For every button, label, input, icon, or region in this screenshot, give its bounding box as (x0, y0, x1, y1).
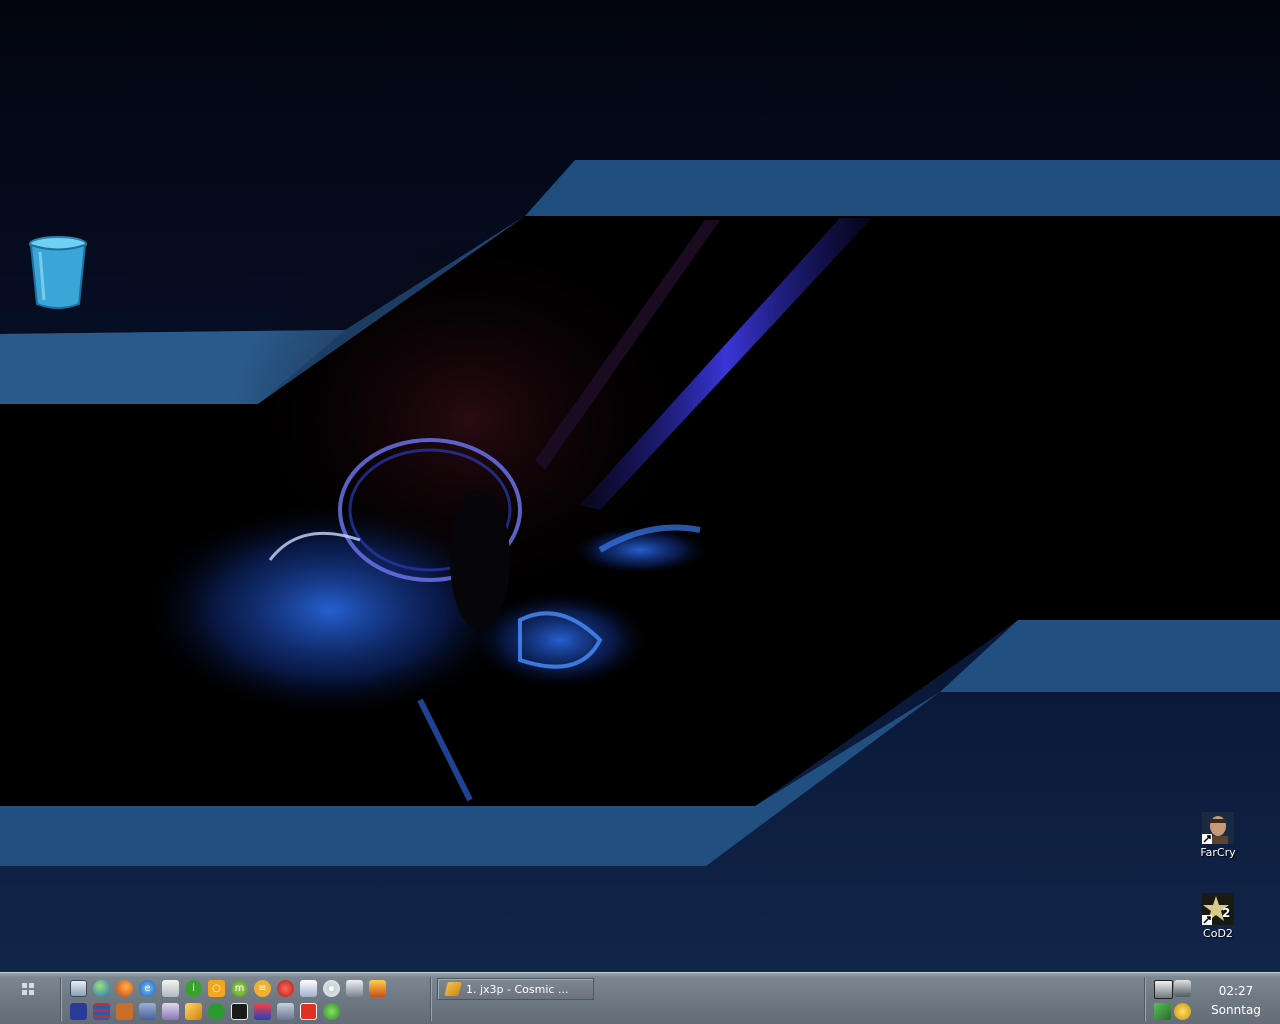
record-icon[interactable] (300, 1003, 317, 1020)
clover-pro-icon[interactable] (208, 1003, 225, 1020)
messenger-tray-icon[interactable] (1174, 1002, 1191, 1020)
internet-explorer-icon[interactable]: e (139, 980, 156, 997)
paint-icon[interactable] (162, 1003, 179, 1020)
firefox-icon[interactable] (116, 980, 133, 997)
quick-launch-row-2 (70, 1003, 346, 1023)
wallpaper (0, 160, 1280, 866)
floppy-icon[interactable] (70, 1003, 87, 1020)
taskbar-separator (430, 977, 431, 1021)
taskbar-separator (60, 977, 61, 1021)
info-icon[interactable]: i (185, 980, 202, 997)
tools-icon[interactable] (139, 1003, 156, 1020)
start-button[interactable] (8, 977, 48, 1019)
taskbar: e i ○ m ≡ 1. jx3p - Cosmic ... 02:27 Son… (0, 972, 1280, 1024)
system-tray: 02:27 Sonntag (1148, 978, 1274, 1022)
monitor-tray-icon[interactable] (1154, 980, 1173, 999)
my-computer-icon[interactable] (70, 980, 87, 997)
network-tray-icon[interactable] (1154, 1002, 1171, 1020)
messenger-icon[interactable]: m (231, 980, 248, 997)
arrow-icon[interactable] (346, 980, 363, 997)
desktop: FarCry 2 CoD2 (0, 0, 1280, 972)
camera-tray-icon[interactable] (1174, 980, 1191, 997)
globe-icon[interactable] (93, 980, 110, 997)
pin-icon[interactable] (323, 1003, 340, 1020)
start-grid-icon (22, 983, 34, 995)
search-icon[interactable]: ○ (208, 980, 225, 997)
quick-launch-bar: e i ○ m ≡ (70, 978, 420, 1022)
gift-icon[interactable] (369, 980, 386, 997)
notes-icon[interactable]: ≡ (254, 980, 271, 997)
svg-text:2: 2 (1222, 906, 1230, 920)
headphones-icon[interactable] (277, 1003, 294, 1020)
pencil-icon[interactable] (185, 1003, 202, 1020)
quick-launch-row-1: e i ○ m ≡ (70, 980, 392, 1000)
taskbar-separator (1144, 977, 1145, 1021)
task-button-label: 1. jx3p - Cosmic ... (466, 982, 569, 996)
farcry-shortcut[interactable]: FarCry (1182, 812, 1254, 859)
tomato-icon[interactable] (277, 980, 294, 997)
pencil-icon (444, 982, 462, 996)
media-icon[interactable] (116, 1003, 133, 1020)
recycle-bin-icon[interactable] (22, 236, 94, 312)
mail-icon[interactable] (162, 980, 179, 997)
printer-icon[interactable] (300, 980, 317, 997)
network-icon[interactable] (254, 1003, 271, 1020)
clock-day: Sonntag (1211, 1003, 1261, 1017)
farcry-icon (1202, 812, 1234, 844)
tv-icon[interactable] (231, 1003, 248, 1020)
cod2-icon: 2 (1202, 893, 1234, 925)
task-button-jx3p[interactable]: 1. jx3p - Cosmic ... (437, 978, 594, 1000)
archive-icon[interactable] (93, 1003, 110, 1020)
clock[interactable]: 02:27 Sonntag (1202, 982, 1270, 1020)
cd-icon[interactable] (323, 980, 340, 997)
cod2-label: CoD2 (1203, 927, 1233, 940)
clock-time: 02:27 (1218, 984, 1254, 998)
cod2-shortcut[interactable]: 2 CoD2 (1182, 893, 1254, 940)
farcry-label: FarCry (1200, 846, 1236, 859)
